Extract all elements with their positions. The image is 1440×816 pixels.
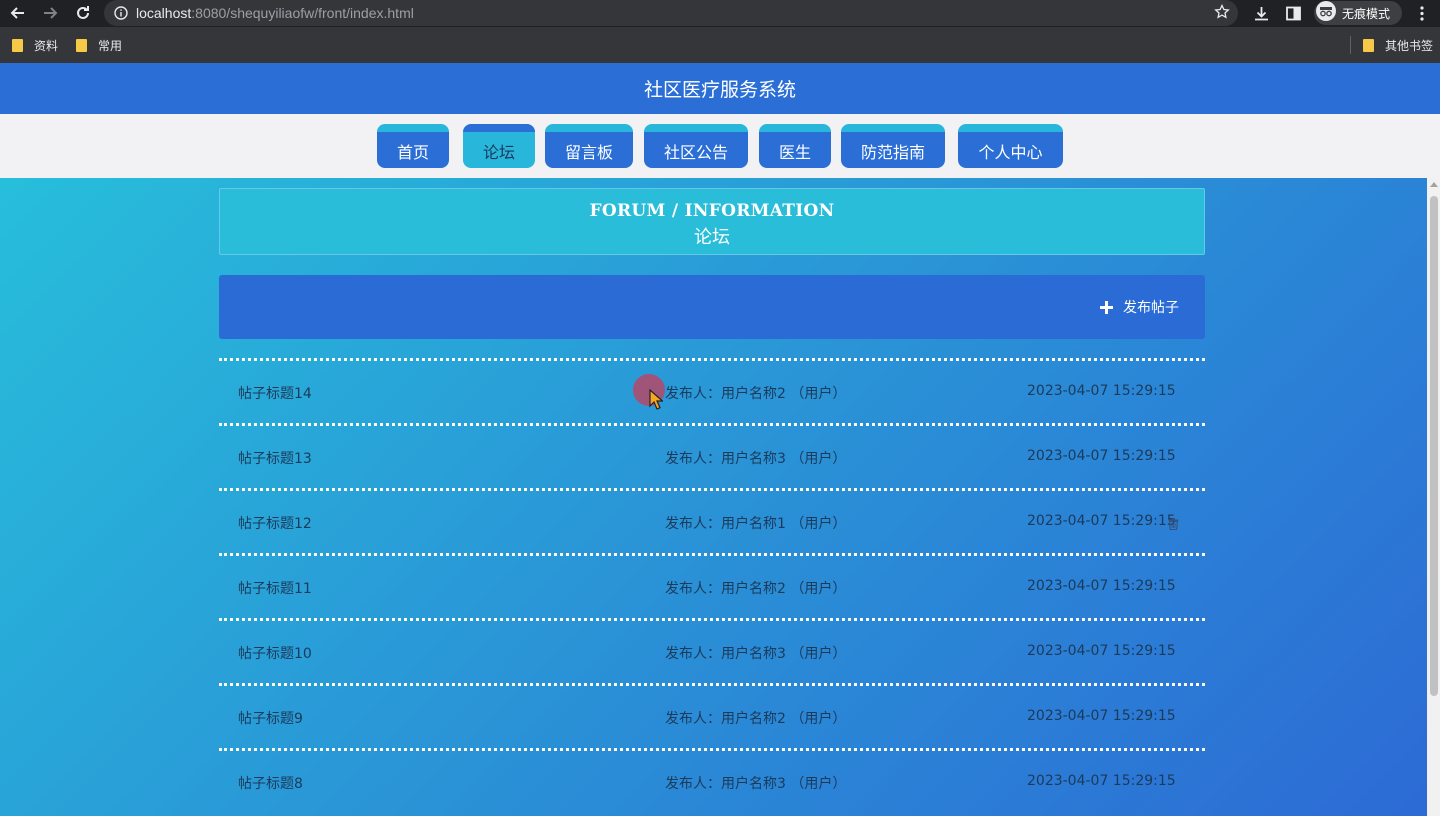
post-time: 2023-04-07 15:29:15: [1027, 383, 1176, 399]
post-time: 2023-04-07 15:29:15: [1027, 643, 1176, 659]
post-title[interactable]: 帖子标题11: [238, 578, 312, 598]
folder-icon: [76, 38, 87, 52]
back-icon[interactable]: [8, 3, 28, 23]
forward-icon[interactable]: [40, 3, 60, 23]
mouse-pointer-icon: [649, 388, 665, 411]
post-title[interactable]: 帖子标题9: [238, 708, 303, 728]
post-author: 发布人：用户名称3 （用户）: [665, 646, 847, 662]
post-time: 2023-04-07 15:29:15: [1027, 448, 1176, 464]
site-header: 社区医疗服务系统: [0, 63, 1440, 114]
post-row[interactable]: 帖子标题9 发布人：用户名称2 （用户） 2023-04-07 15:29:15: [219, 683, 1205, 748]
page-scrollbar[interactable]: [1427, 178, 1440, 816]
nav-doctors[interactable]: 医生: [759, 124, 831, 168]
nav-profile[interactable]: 个人中心: [958, 124, 1063, 168]
bookmark-folder[interactable]: 资料: [12, 27, 58, 63]
reload-icon[interactable]: [73, 3, 93, 23]
post-title[interactable]: 帖子标题8: [238, 773, 303, 793]
nav-announcements[interactable]: 社区公告: [644, 124, 748, 168]
other-bookmarks-folder[interactable]: 其他书签: [1363, 27, 1433, 63]
post-author: 发布人：用户名称2 （用户）: [665, 581, 847, 597]
post-author: 发布人：用户名称1 （用户）: [665, 516, 847, 532]
post-author: 发布人：用户名称2 （用户）: [665, 711, 847, 727]
post-title[interactable]: 帖子标题13: [238, 448, 312, 468]
incognito-badge[interactable]: 无痕模式: [1314, 1, 1402, 25]
scroll-thumb[interactable]: [1430, 196, 1438, 696]
publish-post-button[interactable]: 发布帖子: [1100, 297, 1179, 317]
post-title[interactable]: 帖子标题14: [238, 383, 312, 403]
post-row[interactable]: 帖子标题13 发布人：用户名称3 （用户） 2023-04-07 15:29:1…: [219, 423, 1205, 488]
banner-title-en: FORUM / INFORMATION: [589, 201, 835, 221]
page-banner: FORUM / INFORMATION 论坛: [219, 188, 1205, 255]
other-bookmarks-label: 其他书签: [1385, 38, 1434, 53]
nav-message-board[interactable]: 留言板: [545, 124, 633, 168]
bookmark-star-icon[interactable]: [1214, 3, 1230, 24]
folder-icon: [12, 38, 23, 52]
folder-icon: [1363, 38, 1374, 52]
incognito-icon: [1316, 1, 1336, 25]
post-author: 发布人：用户名称2 （用户）: [665, 386, 847, 402]
post-time: 2023-04-07 15:29:15: [1027, 773, 1176, 789]
download-icon[interactable]: [1253, 5, 1270, 26]
url-path: :8080/shequyiliaofw/front/index.html: [191, 5, 414, 21]
scroll-up-arrow-icon[interactable]: [1430, 182, 1438, 187]
address-bar[interactable]: localhost:8080/shequyiliaofw/front/index…: [104, 0, 1238, 26]
post-time: 2023-04-07 15:29:15: [1027, 578, 1176, 594]
main-nav: 首页 论坛 留言板 社区公告 医生 防范指南 个人中心: [0, 114, 1440, 178]
publish-post-label: 发布帖子: [1123, 300, 1179, 316]
forum-content: FORUM / INFORMATION 论坛 发布帖子 帖子标题14 发布人：用…: [0, 178, 1427, 816]
side-panel-icon[interactable]: [1285, 5, 1302, 26]
site-info-icon[interactable]: [114, 6, 128, 20]
bookmarks-divider: [1350, 36, 1351, 54]
browser-menu-icon[interactable]: [1416, 5, 1428, 26]
banner-title-cn: 论坛: [694, 227, 730, 248]
delete-trash-icon[interactable]: [1168, 515, 1179, 531]
post-time: 2023-04-07 15:29:15: [1027, 513, 1176, 529]
bookmarks-bar: 资料 常用 其他书签: [0, 27, 1440, 63]
site-title: 社区医疗服务系统: [643, 79, 796, 101]
post-row[interactable]: 帖子标题10 发布人：用户名称3 （用户） 2023-04-07 15:29:1…: [219, 618, 1205, 683]
nav-home[interactable]: 首页: [377, 124, 449, 168]
forum-post-list: 帖子标题14 发布人：用户名称2 （用户） 2023-04-07 15:29:1…: [219, 358, 1205, 813]
post-row[interactable]: 帖子标题11 发布人：用户名称2 （用户） 2023-04-07 15:29:1…: [219, 553, 1205, 618]
post-title[interactable]: 帖子标题10: [238, 643, 312, 663]
post-author: 发布人：用户名称3 （用户）: [665, 776, 847, 792]
bookmark-label: 资料: [34, 38, 59, 53]
url-host: localhost: [136, 5, 192, 21]
bookmark-label: 常用: [98, 38, 123, 53]
post-row[interactable]: 帖子标题8 发布人：用户名称3 （用户） 2023-04-07 15:29:15: [219, 748, 1205, 813]
action-bar: 发布帖子: [219, 275, 1205, 339]
post-title[interactable]: 帖子标题12: [238, 513, 312, 533]
nav-forum[interactable]: 论坛: [463, 124, 535, 168]
post-time: 2023-04-07 15:29:15: [1027, 708, 1176, 724]
post-row[interactable]: 帖子标题12 发布人：用户名称1 （用户） 2023-04-07 15:29:1…: [219, 488, 1205, 553]
bookmark-folder[interactable]: 常用: [76, 27, 122, 63]
nav-prevention-guide[interactable]: 防范指南: [841, 124, 945, 168]
plus-icon: [1100, 300, 1113, 314]
browser-toolbar: localhost:8080/shequyiliaofw/front/index…: [0, 0, 1440, 27]
incognito-label: 无痕模式: [1342, 6, 1391, 21]
post-author: 发布人：用户名称3 （用户）: [665, 451, 847, 467]
post-row[interactable]: 帖子标题14 发布人：用户名称2 （用户） 2023-04-07 15:29:1…: [219, 358, 1205, 423]
